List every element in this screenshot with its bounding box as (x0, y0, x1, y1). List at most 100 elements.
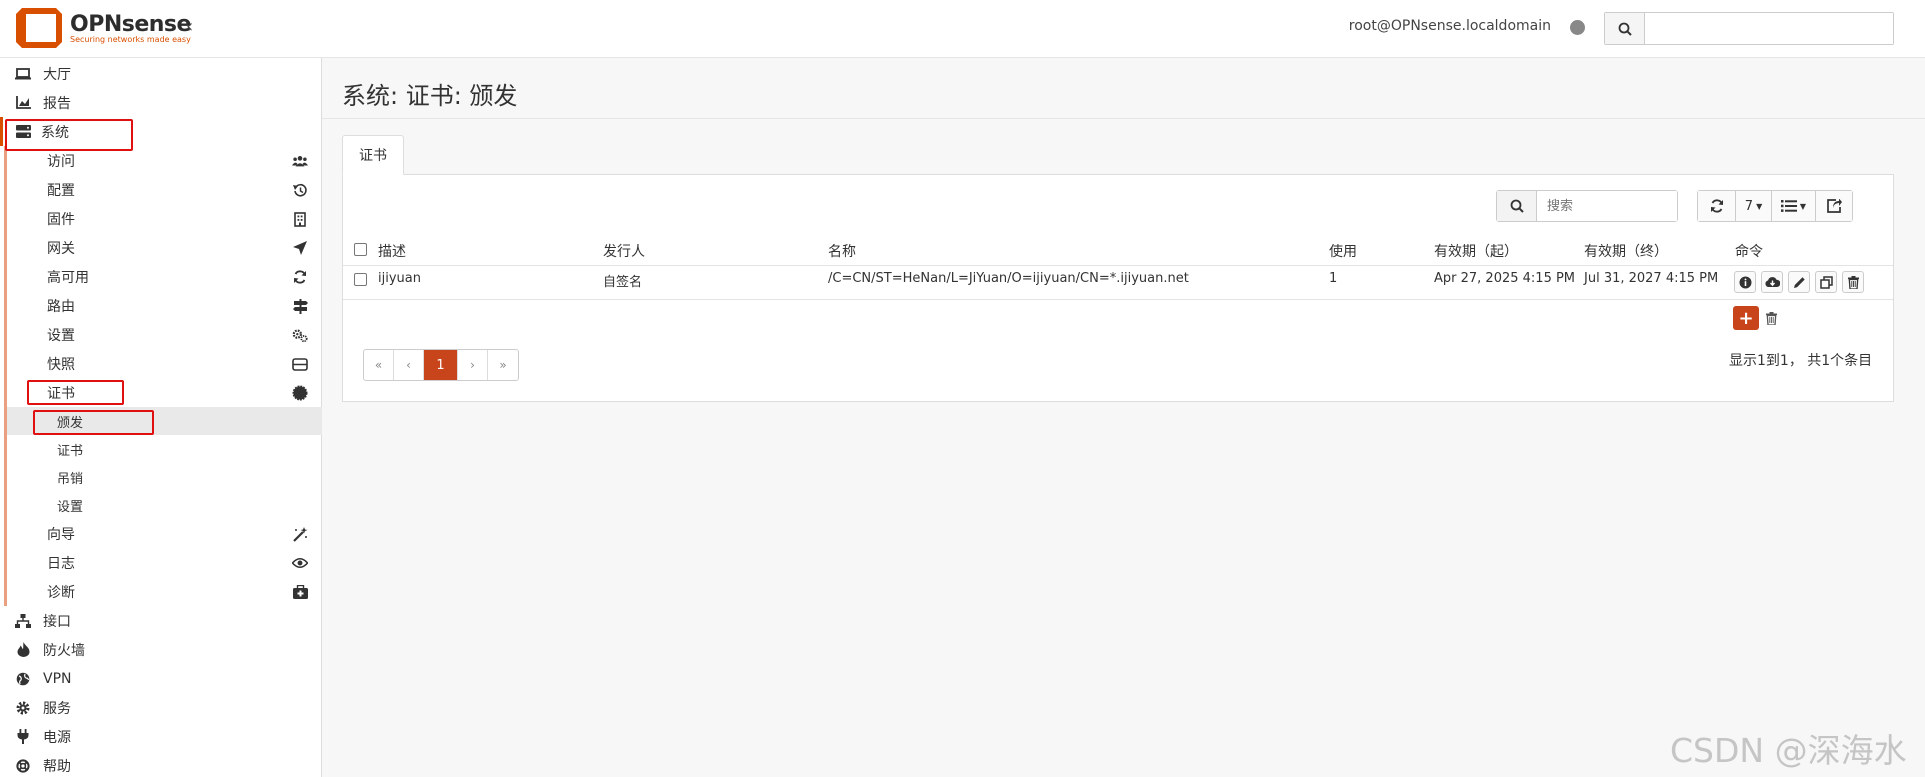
global-search-input[interactable] (1645, 13, 1893, 44)
sidebar-item-services[interactable]: 服务 (0, 693, 322, 722)
sidebar-item-help[interactable]: 帮助 (0, 751, 322, 777)
trash-icon (1765, 311, 1777, 325)
sidebar-item-system[interactable]: 系统 (0, 117, 322, 146)
sidebar-item-firmware[interactable]: 固件 (4, 204, 322, 233)
clone-button[interactable] (1815, 271, 1837, 293)
caret-down-icon: ▼ (1756, 201, 1763, 211)
column-valid-to[interactable]: 有效期（终） (1584, 241, 1668, 261)
sidebar-item-revocation[interactable]: 吊销 (4, 463, 322, 491)
page-last[interactable]: » (488, 350, 518, 380)
share-icon (1826, 199, 1842, 213)
page-current[interactable]: 1 (424, 350, 458, 380)
user-menu[interactable]: root@OPNsense.localdomain (1349, 18, 1551, 34)
sidebar-item-interfaces[interactable]: 接口 (0, 606, 322, 635)
collapse-sidebar-icon[interactable]: ‹ (186, 16, 193, 37)
caret-down-icon: ▼ (1799, 201, 1807, 211)
column-description[interactable]: 描述 (378, 241, 406, 261)
history-icon (292, 182, 308, 198)
sidebar-item-high-availability[interactable]: 高可用 (4, 262, 322, 291)
download-button[interactable] (1761, 271, 1783, 293)
pagination-info: 显示1到1， 共1个条目 (1729, 353, 1873, 369)
bulk-delete-button[interactable] (1762, 308, 1780, 328)
lifebuoy-icon (13, 758, 33, 773)
users-icon (292, 153, 308, 169)
sidebar-item-log-files[interactable]: 日志 (4, 548, 322, 577)
magic-icon (292, 526, 308, 542)
info-icon (1739, 276, 1751, 288)
add-button[interactable]: + (1733, 306, 1759, 330)
edit-button[interactable] (1788, 271, 1810, 293)
page-prev[interactable]: ‹ (394, 350, 424, 380)
laptop-icon (13, 67, 33, 80)
location-arrow-icon (292, 240, 308, 256)
top-navbar: OPNsense Securing networks made easy ‹ r… (0, 0, 1925, 58)
sidebar-item-certificates-sub[interactable]: 证书 (4, 435, 322, 463)
sidebar-item-cert-settings[interactable]: 设置 (4, 491, 322, 519)
cell-valid-to: Jul 31, 2027 4:15 PM (1584, 271, 1719, 286)
server-icon (13, 125, 33, 138)
sidebar-item-wizard[interactable]: 向导 (4, 519, 322, 548)
globe-icon (13, 672, 33, 686)
export-button[interactable] (1816, 191, 1852, 221)
tab-certificates[interactable]: 证书 (342, 135, 404, 175)
cog-icon (13, 701, 33, 715)
list-icon (1780, 200, 1797, 212)
refresh-icon (1710, 199, 1723, 213)
column-usage[interactable]: 使用 (1329, 241, 1357, 261)
refresh-button[interactable] (1698, 191, 1736, 221)
opnsense-logo[interactable]: OPNsense Securing networks made easy (14, 4, 191, 52)
page-title: 系统: 证书: 颁发 (342, 82, 518, 110)
watermark: CSDN @深海水 (1670, 731, 1907, 770)
info-button[interactable] (1734, 271, 1756, 293)
sidebar-item-reports[interactable]: 报告 (0, 88, 322, 117)
search-icon[interactable] (1497, 191, 1537, 221)
cell-issuer: 自签名 (603, 275, 643, 290)
medkit-icon (292, 584, 308, 600)
status-indicator-icon[interactable] (1570, 20, 1585, 35)
sidebar-item-routes[interactable]: 路由 (4, 291, 322, 320)
rows-per-page-dropdown[interactable]: 7 ▼ (1736, 191, 1772, 221)
cell-description: ijiyuan (378, 271, 421, 286)
building-icon (292, 211, 308, 227)
search-icon[interactable] (1605, 13, 1645, 44)
sidebar-item-diagnostics[interactable]: 诊断 (4, 577, 322, 606)
sidebar-item-issuers[interactable]: 颁发 (4, 407, 322, 435)
pencil-icon (1793, 276, 1805, 288)
eye-icon (292, 555, 308, 571)
row-divider (343, 299, 1893, 300)
hdd-icon (292, 356, 308, 372)
sidebar-item-firewall[interactable]: 防火墙 (0, 635, 322, 664)
select-all-checkbox[interactable] (354, 243, 367, 256)
columns-dropdown[interactable]: ▼ (1772, 191, 1816, 221)
cell-name: /C=CN/ST=HeNan/L=JiYuan/O=ijiyuan/CN=*.i… (828, 271, 1189, 286)
sidebar-item-settings[interactable]: 设置 (4, 320, 322, 349)
sidebar-item-snapshots[interactable]: 快照 (4, 349, 322, 378)
column-valid-from[interactable]: 有效期（起） (1434, 241, 1518, 261)
plug-icon (13, 729, 33, 744)
sidebar-item-access[interactable]: 访问 (4, 146, 322, 175)
sidebar-item-configuration[interactable]: 配置 (4, 175, 322, 204)
row-checkbox[interactable] (354, 273, 367, 286)
page-first[interactable]: « (364, 350, 394, 380)
column-commands: 命令 (1735, 244, 1763, 260)
column-issuer[interactable]: 发行人 (603, 241, 645, 261)
sidebar-item-power[interactable]: 电源 (0, 722, 322, 751)
signpost-icon (292, 298, 308, 314)
sidebar-item-lobby[interactable]: 大厅 (0, 59, 322, 88)
logo-title: OPNsense (70, 12, 191, 37)
sidebar-item-gateways[interactable]: 网关 (4, 233, 322, 262)
page-next[interactable]: › (458, 350, 488, 380)
table-search-input[interactable] (1537, 191, 1677, 221)
refresh-icon (292, 269, 308, 285)
column-name[interactable]: 名称 (828, 241, 856, 261)
cloud-download-icon (1764, 277, 1780, 287)
table-search (1496, 190, 1678, 222)
sitemap-icon (13, 613, 33, 628)
delete-button[interactable] (1842, 271, 1864, 293)
chart-icon (13, 96, 33, 109)
cogs-icon (292, 327, 308, 343)
logo-mark-icon (14, 4, 64, 52)
sidebar-item-certificates[interactable]: 证书 (4, 378, 322, 407)
sidebar-item-vpn[interactable]: VPN (0, 664, 322, 693)
cell-valid-from: Apr 27, 2025 4:15 PM (1434, 271, 1576, 286)
